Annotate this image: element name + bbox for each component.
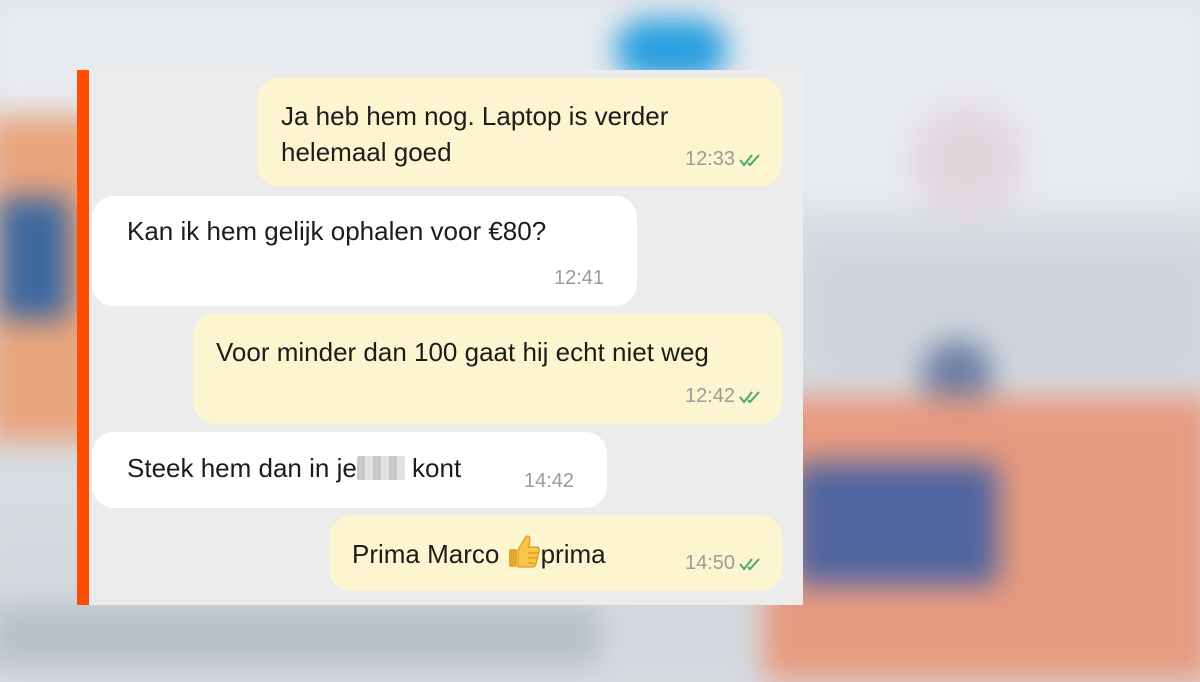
- message-text-before: Prima Marco: [352, 539, 500, 569]
- message-meta-1: 12:33: [685, 148, 763, 171]
- message-meta-5: 14:50: [685, 552, 763, 575]
- double-check-icon: [739, 153, 760, 167]
- message-meta-4: 14:42: [524, 470, 574, 493]
- message-text-before: Steek hem dan in je: [127, 453, 357, 483]
- message-text-after: prima: [540, 539, 606, 569]
- censored-word-blur: [356, 456, 405, 480]
- message-time: 12:41: [554, 267, 605, 289]
- message-text-line: Steek hem dan in je kont: [127, 450, 583, 486]
- message-time: 14:42: [524, 470, 575, 492]
- double-check-icon: [739, 390, 760, 404]
- accent-bar: [77, 70, 89, 605]
- message-text: Voor minder dan 100 gaat hij echt niet w…: [216, 337, 709, 367]
- message-meta-3: 12:42: [685, 385, 763, 408]
- message-time: 12:33: [685, 148, 736, 170]
- message-text-after: kont: [412, 453, 462, 483]
- double-check-icon: [739, 557, 760, 571]
- message-text: Kan ik hem gelijk ophalen voor €80?: [127, 216, 547, 246]
- message-time: 14:50: [685, 552, 736, 574]
- chat-panel: Ja heb hem nog. Laptop is verder helemaa…: [77, 70, 803, 605]
- message-meta-2: 12:41: [554, 267, 604, 290]
- message-time: 12:42: [685, 385, 736, 407]
- thumbs-up-icon: [508, 535, 540, 568]
